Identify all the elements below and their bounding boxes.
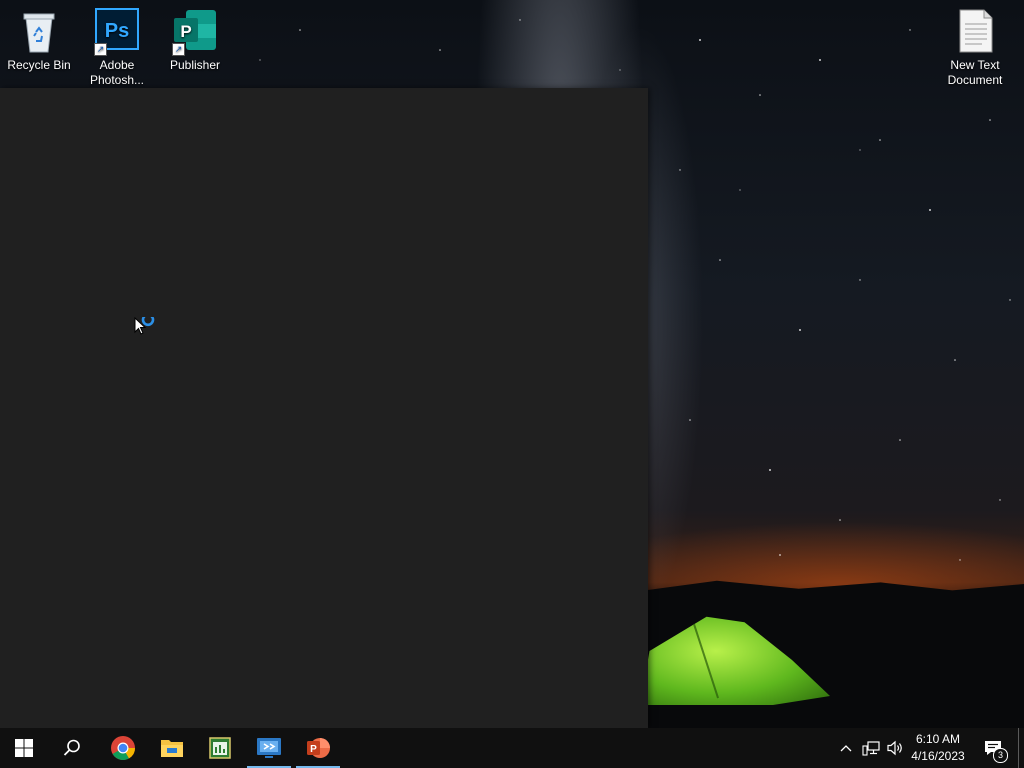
recycle-bin-icon: [16, 8, 62, 54]
windows-logo-icon: [15, 739, 33, 757]
start-button[interactable]: [0, 728, 48, 768]
taskbar-powerpoint-button[interactable]: P: [294, 728, 342, 768]
notification-count-badge: 3: [993, 748, 1008, 763]
taskbar-spreadsheet-button[interactable]: [196, 728, 244, 768]
text-document-icon: [952, 8, 998, 54]
volume-button[interactable]: [884, 728, 906, 768]
network-icon: [862, 741, 880, 756]
show-desktop-divider[interactable]: [1018, 728, 1019, 768]
desktop-icon-recycle-bin[interactable]: Recycle Bin: [2, 0, 76, 73]
desktop-icon-label: Adobe Photosh...: [89, 58, 145, 87]
loading-app-window[interactable]: [0, 88, 648, 728]
system-clock[interactable]: 6:10 AM 4/16/2023: [904, 731, 972, 765]
shortcut-arrow-icon: ↗: [172, 43, 185, 56]
taskbar-remote-desktop-button[interactable]: [245, 728, 293, 768]
desktop-icon-publisher[interactable]: P ↗ Publisher: [158, 0, 232, 73]
busy-cursor-icon: [134, 317, 155, 335]
search-icon: [63, 739, 80, 756]
network-status-button[interactable]: [860, 728, 882, 768]
clock-time: 6:10 AM: [915, 732, 961, 746]
chevron-up-icon: [840, 745, 852, 752]
file-explorer-icon: [161, 740, 183, 757]
desktop-icon-label: Recycle Bin: [7, 58, 71, 72]
svg-text:P: P: [310, 744, 317, 755]
taskbar-file-explorer-button[interactable]: [148, 728, 196, 768]
search-button[interactable]: [48, 728, 96, 768]
svg-text:P: P: [180, 22, 191, 41]
photoshop-icon: Ps ↗: [94, 8, 140, 56]
desktop-icon-new-text-document[interactable]: New Text Document: [938, 0, 1012, 88]
taskbar: P 6:10 AM 4/16/2023 3: [0, 728, 1024, 768]
chrome-icon: [111, 736, 135, 761]
show-hidden-icons-button[interactable]: [836, 728, 856, 768]
volume-icon: [887, 740, 902, 756]
publisher-icon: P ↗: [172, 8, 218, 56]
taskbar-chrome-button[interactable]: [99, 728, 147, 768]
action-center-button[interactable]: 3: [980, 728, 1008, 768]
spreadsheet-app-icon: [209, 737, 231, 759]
desktop-icon-label: New Text Document: [947, 58, 1003, 87]
remote-desktop-icon: [257, 738, 281, 758]
shortcut-arrow-icon: ↗: [94, 43, 107, 56]
desktop-icon-label: Publisher: [169, 58, 221, 72]
svg-text:Ps: Ps: [105, 20, 129, 42]
desktop-icon-adobe-photoshop[interactable]: Ps ↗ Adobe Photosh...: [80, 0, 154, 88]
clock-date: 4/16/2023: [911, 749, 965, 763]
powerpoint-icon: P: [307, 738, 330, 758]
